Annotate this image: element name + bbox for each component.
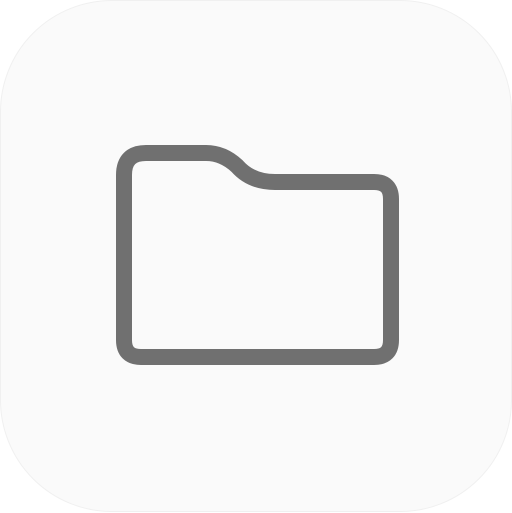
folder-outline [116,145,399,365]
folder-icon [116,145,399,365]
app-icon[interactable] [0,0,512,512]
